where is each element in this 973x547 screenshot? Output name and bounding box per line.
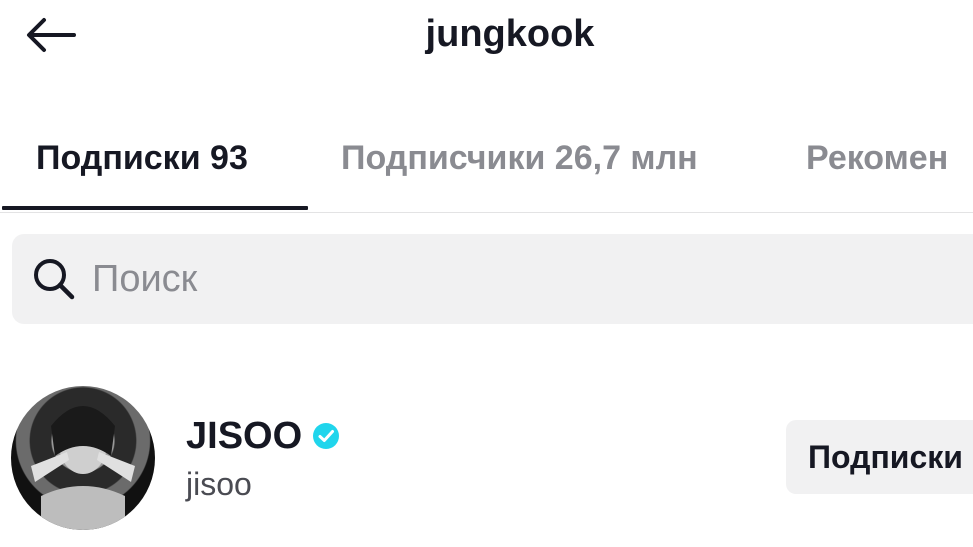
top-bar: jungkook xyxy=(0,0,973,70)
tab-bar: Подписки 93 Подписчики 26,7 млн Рекомен xyxy=(0,122,973,213)
list-item[interactable]: JISOO jisoo Подписки xyxy=(0,380,973,540)
avatar[interactable] xyxy=(11,386,155,530)
page-title: jungkook xyxy=(425,13,595,55)
display-name-text: JISOO xyxy=(186,415,303,457)
user-display-name[interactable]: JISOO xyxy=(186,412,340,460)
active-tab-indicator xyxy=(2,206,308,210)
search-icon xyxy=(30,255,78,303)
search-bar[interactable] xyxy=(12,234,973,324)
verified-badge-icon xyxy=(312,422,340,450)
following-list-page: jungkook Подписки 93 Подписчики 26,7 млн… xyxy=(0,0,973,547)
user-handle: jisoo xyxy=(186,466,252,502)
tab-suggested[interactable]: Рекомен xyxy=(806,136,948,180)
following-button[interactable]: Подписки xyxy=(786,420,973,494)
search-input[interactable] xyxy=(92,249,792,309)
tab-following[interactable]: Подписки 93 xyxy=(36,136,248,180)
tab-followers[interactable]: Подписчики 26,7 млн xyxy=(341,136,698,180)
